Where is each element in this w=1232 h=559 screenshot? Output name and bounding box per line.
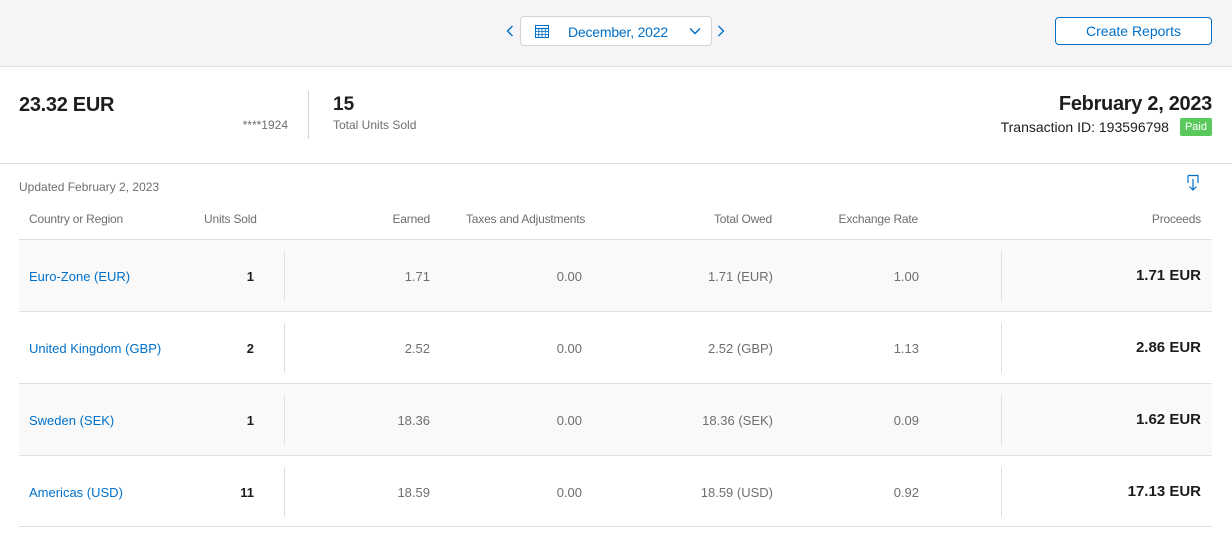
proceeds-cell: 17.13 EUR xyxy=(1127,483,1201,500)
next-period-button[interactable] xyxy=(714,17,728,45)
proceeds-table: Euro-Zone (EUR) 1 1.71 0.00 1.71 (EUR) 1… xyxy=(19,239,1212,527)
download-icon[interactable] xyxy=(1185,174,1201,192)
proceeds-cell: 2.86 EUR xyxy=(1135,339,1201,356)
earned-cell: 18.36 xyxy=(397,413,430,428)
previous-period-button[interactable] xyxy=(503,17,517,45)
transaction-info: Transaction ID: 193596798 Paid xyxy=(1001,118,1212,136)
payment-amount: 23.32 EUR xyxy=(19,94,115,116)
proceeds-cell: 1.71 EUR xyxy=(1135,267,1201,284)
exchange-rate-cell: 1.13 xyxy=(893,341,919,356)
calendar-icon xyxy=(535,25,549,38)
proceeds-cell: 1.62 EUR xyxy=(1135,411,1201,428)
total-owed-cell: 1.71 (EUR) xyxy=(707,269,773,284)
units-sold-cell: 2 xyxy=(246,341,254,356)
bank-account-number: ****1924 xyxy=(242,118,288,132)
payment-date: February 2, 2023 xyxy=(1058,93,1212,115)
column-divider xyxy=(284,323,285,373)
exchange-rate-cell: 0.92 xyxy=(893,485,919,500)
total-units-label: Total Units Sold xyxy=(333,118,417,132)
chevron-down-icon xyxy=(689,27,701,35)
units-sold-cell: 1 xyxy=(246,269,254,284)
column-divider xyxy=(284,395,285,445)
summary-divider xyxy=(308,91,309,139)
table-row: Americas (USD) 11 18.59 0.00 18.59 (USD)… xyxy=(19,455,1212,527)
exchange-rate-cell: 0.09 xyxy=(893,413,919,428)
column-header-country: Country or Region xyxy=(29,212,123,226)
column-divider xyxy=(1001,323,1002,373)
chevron-right-icon xyxy=(718,25,725,37)
country-link[interactable]: Euro-Zone (EUR) xyxy=(29,269,130,284)
column-header-earned: Earned xyxy=(392,212,431,226)
column-divider xyxy=(284,467,285,517)
exchange-rate-cell: 1.00 xyxy=(893,269,919,284)
create-reports-button[interactable]: Create Reports xyxy=(1055,17,1212,45)
total-units-count: 15 xyxy=(333,94,355,115)
column-header-rate: Exchange Rate xyxy=(838,212,919,226)
taxes-cell: 0.00 xyxy=(556,413,582,428)
earned-cell: 18.59 xyxy=(397,485,430,500)
country-link[interactable]: United Kingdom (GBP) xyxy=(29,341,161,356)
period-dropdown[interactable]: December, 2022 xyxy=(520,16,712,46)
total-owed-cell: 18.36 (SEK) xyxy=(702,413,773,428)
units-sold-cell: 11 xyxy=(240,485,254,500)
column-header-proceeds: Proceeds xyxy=(1151,212,1201,226)
taxes-cell: 0.00 xyxy=(556,485,582,500)
column-divider xyxy=(284,251,285,301)
column-divider xyxy=(1001,395,1002,445)
total-owed-cell: 2.52 (GBP) xyxy=(707,341,773,356)
top-toolbar: December, 2022 Create Reports xyxy=(0,0,1232,67)
table-row: United Kingdom (GBP) 2 2.52 0.00 2.52 (G… xyxy=(19,311,1212,383)
column-header-owed: Total Owed xyxy=(713,212,772,226)
updated-date: Updated February 2, 2023 xyxy=(19,180,160,194)
status-badge: Paid xyxy=(1179,118,1212,136)
units-sold-cell: 1 xyxy=(246,413,254,428)
earned-cell: 1.71 xyxy=(404,269,430,284)
period-label: December, 2022 xyxy=(568,24,668,40)
chevron-left-icon xyxy=(506,25,513,37)
country-link[interactable]: Sweden (SEK) xyxy=(29,413,114,428)
table-row: Euro-Zone (EUR) 1 1.71 0.00 1.71 (EUR) 1… xyxy=(19,239,1212,311)
column-divider xyxy=(1001,467,1002,517)
table-row: Sweden (SEK) 1 18.36 0.00 18.36 (SEK) 0.… xyxy=(19,383,1212,455)
column-header-taxes: Taxes and Adjustments xyxy=(466,212,586,226)
total-owed-cell: 18.59 (USD) xyxy=(700,485,773,500)
taxes-cell: 0.00 xyxy=(556,341,582,356)
country-link[interactable]: Americas (USD) xyxy=(29,485,123,500)
payment-summary: 23.32 EUR ****1924 15 Total Units Sold F… xyxy=(0,67,1232,164)
column-header-units: Units Sold xyxy=(204,212,257,226)
earned-cell: 2.52 xyxy=(404,341,430,356)
taxes-cell: 0.00 xyxy=(556,269,582,284)
column-divider xyxy=(1001,251,1002,301)
transaction-id: Transaction ID: 193596798 xyxy=(1000,119,1169,135)
